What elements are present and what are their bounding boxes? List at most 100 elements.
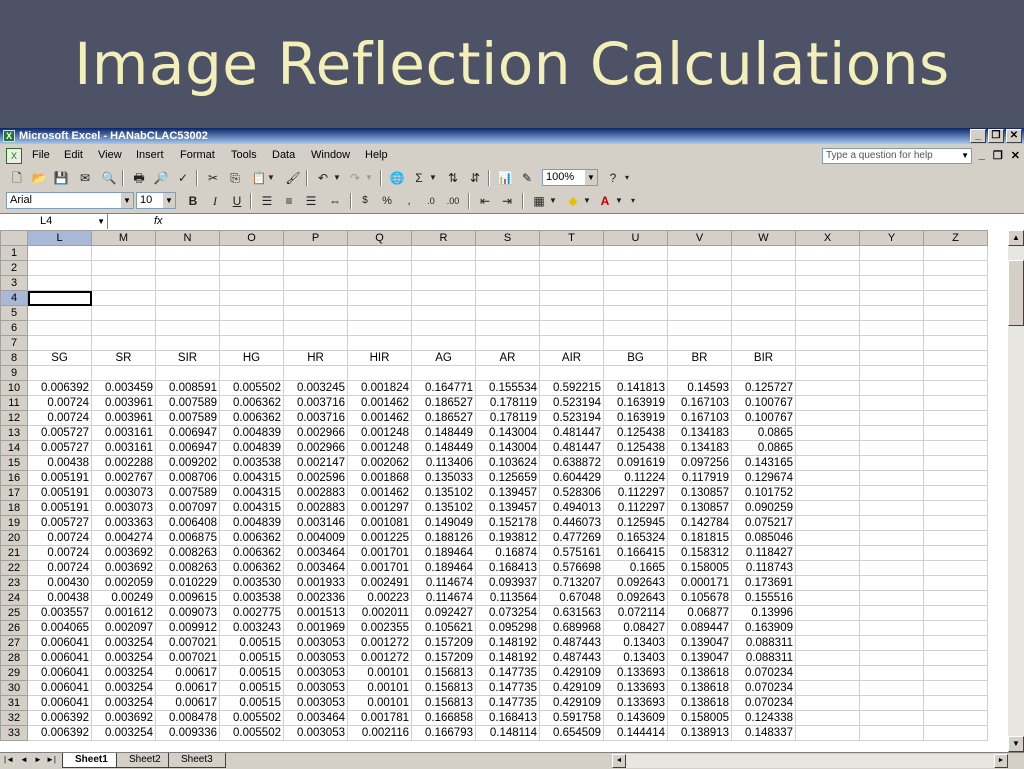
- cell[interactable]: 0.149049: [411, 515, 476, 531]
- cell[interactable]: 0.003053: [283, 650, 348, 666]
- cell[interactable]: [347, 290, 412, 306]
- cell[interactable]: 0.689968: [539, 620, 604, 636]
- menu-data[interactable]: Data: [272, 149, 295, 161]
- cell[interactable]: 0.00724: [27, 545, 92, 561]
- cell[interactable]: 0.007021: [155, 635, 220, 651]
- cell[interactable]: 0.005191: [27, 470, 92, 486]
- cell[interactable]: 0.166858: [411, 710, 476, 726]
- cell[interactable]: 0.125945: [603, 515, 668, 531]
- cell[interactable]: [411, 260, 476, 276]
- permission-icon[interactable]: ✉: [76, 169, 94, 187]
- cell[interactable]: [795, 260, 860, 276]
- worksheet-grid[interactable]: LMNOPQRSTUVWXYZ 1 2 3 4 5 6 7 8 SG SR SIR HG HR HIR AG…: [0, 230, 1008, 752]
- doc-restore-button[interactable]: ❐: [993, 149, 1003, 162]
- menu-help[interactable]: Help: [365, 149, 388, 161]
- close-button[interactable]: ✕: [1006, 129, 1022, 143]
- align-left-icon[interactable]: ☰: [258, 192, 276, 210]
- cell[interactable]: [923, 395, 988, 411]
- cell[interactable]: 0.189464: [411, 545, 476, 561]
- cell[interactable]: [859, 650, 924, 666]
- cell[interactable]: [859, 290, 924, 306]
- cell[interactable]: 0.135102: [411, 500, 476, 516]
- cell[interactable]: 0.124338: [731, 710, 796, 726]
- cell[interactable]: AR: [475, 350, 540, 366]
- help-search-input[interactable]: Type a question for help ▼: [822, 148, 972, 164]
- chevron-down-icon[interactable]: ▼: [585, 170, 597, 185]
- cell[interactable]: 0.003243: [219, 620, 284, 636]
- tab-sheet3[interactable]: Sheet3: [168, 753, 226, 768]
- cell[interactable]: 0.16874: [475, 545, 540, 561]
- cell[interactable]: [859, 500, 924, 516]
- cell[interactable]: [475, 320, 540, 336]
- cell[interactable]: [859, 605, 924, 621]
- increase-indent-icon[interactable]: ⇥: [498, 192, 516, 210]
- cell[interactable]: [859, 365, 924, 381]
- cell[interactable]: 0.001297: [347, 500, 412, 516]
- cell[interactable]: [347, 260, 412, 276]
- cell[interactable]: [27, 320, 92, 336]
- row-header[interactable]: 11: [0, 395, 28, 411]
- align-center-icon[interactable]: ≡: [280, 192, 298, 210]
- cell[interactable]: [795, 515, 860, 531]
- cell[interactable]: 0.118427: [731, 545, 796, 561]
- cell[interactable]: 0.005502: [219, 380, 284, 396]
- cell[interactable]: 0.008591: [155, 380, 220, 396]
- cell[interactable]: [603, 275, 668, 291]
- cell[interactable]: [219, 305, 284, 321]
- cell[interactable]: 0.006947: [155, 425, 220, 441]
- cell[interactable]: [411, 320, 476, 336]
- cell[interactable]: [411, 365, 476, 381]
- cell[interactable]: AIR: [539, 350, 604, 366]
- cell[interactable]: 0.125659: [475, 470, 540, 486]
- cell[interactable]: 0.148449: [411, 425, 476, 441]
- cell[interactable]: [923, 350, 988, 366]
- cell[interactable]: 0.006408: [155, 515, 220, 531]
- cell[interactable]: 0.072114: [603, 605, 668, 621]
- cell[interactable]: 0.002775: [219, 605, 284, 621]
- column-header-l[interactable]: L: [27, 230, 92, 246]
- cell[interactable]: 0.002336: [283, 590, 348, 606]
- cell[interactable]: [91, 365, 156, 381]
- cell[interactable]: [539, 305, 604, 321]
- row-header[interactable]: 23: [0, 575, 28, 591]
- cell[interactable]: [795, 605, 860, 621]
- cell[interactable]: [155, 335, 220, 351]
- cell[interactable]: 0.001462: [347, 485, 412, 501]
- column-header-o[interactable]: O: [219, 230, 284, 246]
- cell[interactable]: [795, 290, 860, 306]
- cell[interactable]: [347, 320, 412, 336]
- cell[interactable]: [795, 620, 860, 636]
- chevron-down-icon[interactable]: ▼: [121, 193, 133, 208]
- cell[interactable]: [859, 725, 924, 741]
- font-color-dropdown-icon[interactable]: ▼: [614, 192, 624, 210]
- cell[interactable]: [539, 260, 604, 276]
- cell[interactable]: 0.446073: [539, 515, 604, 531]
- cell[interactable]: 0.003254: [91, 680, 156, 696]
- menu-edit[interactable]: Edit: [64, 149, 83, 161]
- cell[interactable]: [667, 245, 732, 261]
- cell[interactable]: [155, 260, 220, 276]
- cell[interactable]: [667, 305, 732, 321]
- cell[interactable]: 0.002116: [347, 725, 412, 741]
- cell[interactable]: 0.00515: [219, 695, 284, 711]
- row-header[interactable]: 28: [0, 650, 28, 666]
- cell[interactable]: [795, 245, 860, 261]
- print-icon[interactable]: 🖶: [130, 169, 148, 187]
- help-icon[interactable]: ?: [604, 169, 622, 187]
- cell[interactable]: [859, 665, 924, 681]
- cell[interactable]: 0.00515: [219, 650, 284, 666]
- cell[interactable]: [539, 290, 604, 306]
- row-header[interactable]: 24: [0, 590, 28, 606]
- row-header[interactable]: 20: [0, 530, 28, 546]
- cell[interactable]: 0.188126: [411, 530, 476, 546]
- cell[interactable]: 0.006392: [27, 710, 92, 726]
- cell[interactable]: [731, 290, 796, 306]
- cell[interactable]: [795, 350, 860, 366]
- cell[interactable]: 0.00430: [27, 575, 92, 591]
- cell[interactable]: 0.003464: [283, 710, 348, 726]
- font-size-combo[interactable]: 10 ▼: [136, 192, 176, 209]
- cell[interactable]: 0.003692: [91, 545, 156, 561]
- cell[interactable]: 0.003692: [91, 710, 156, 726]
- cell[interactable]: 0.163919: [603, 410, 668, 426]
- cell[interactable]: 0.001969: [283, 620, 348, 636]
